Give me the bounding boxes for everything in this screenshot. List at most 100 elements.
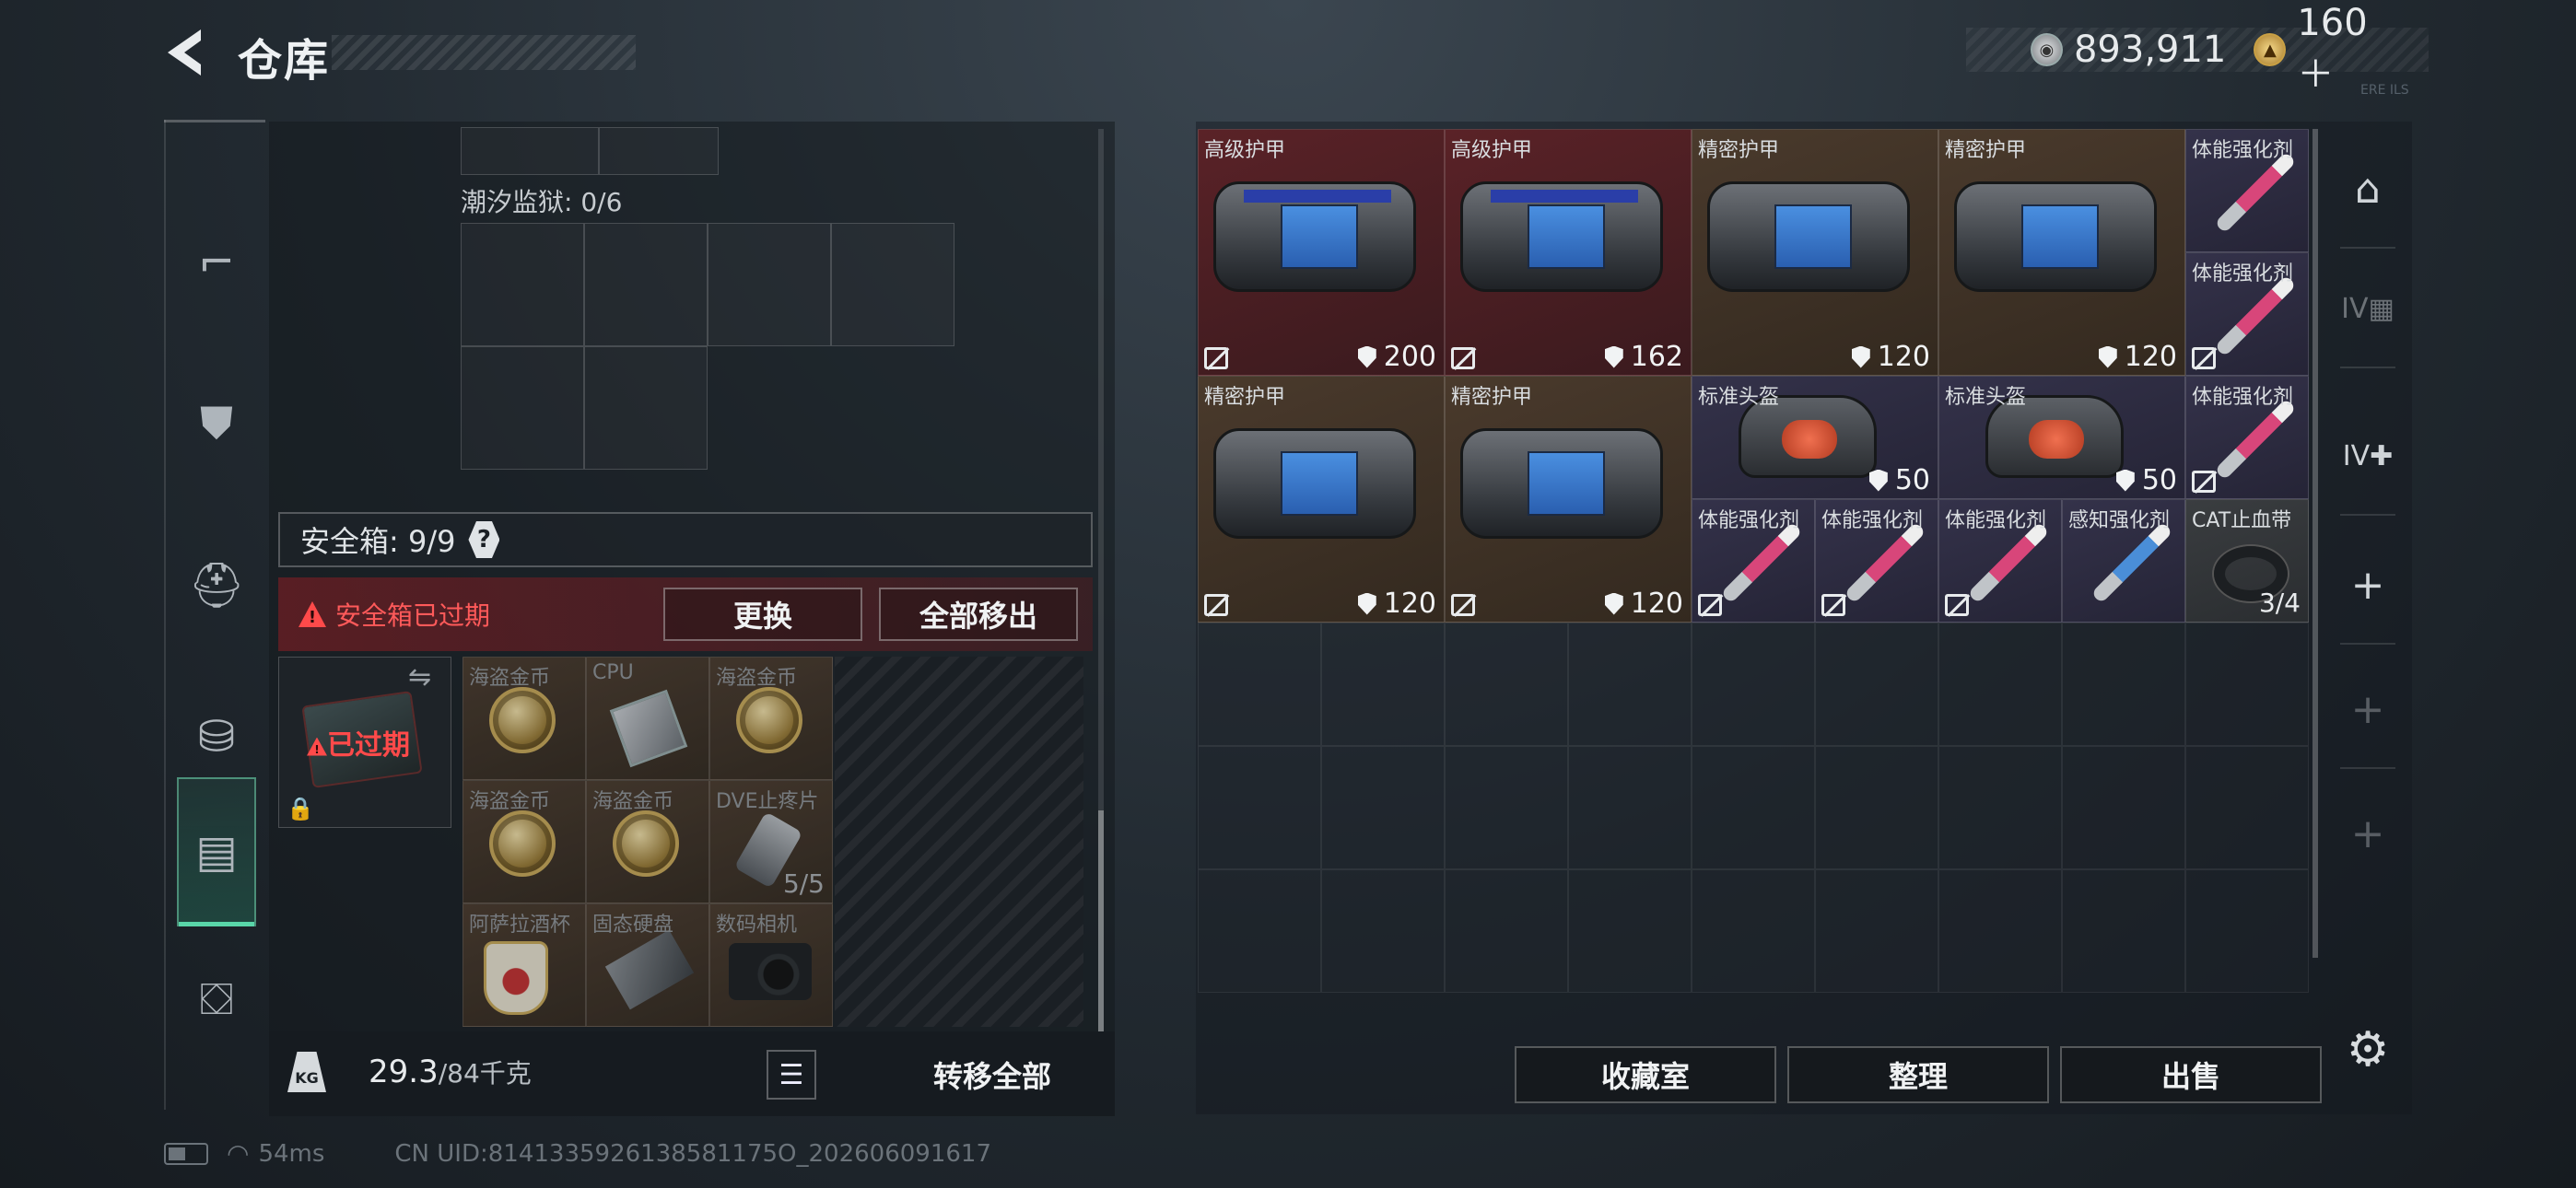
stash-item[interactable]: 精密护甲 120	[1198, 376, 1445, 623]
collection-room-button[interactable]: 收藏室	[1515, 1046, 1776, 1103]
no-trade-icon	[1204, 594, 1228, 616]
tide-slot[interactable]	[584, 223, 708, 346]
stash-slot[interactable]	[1445, 869, 1568, 993]
sell-button[interactable]: 出售	[2060, 1046, 2322, 1103]
stash-slot[interactable]	[1692, 623, 1815, 746]
stash-slot[interactable]	[1815, 623, 1938, 746]
transfer-all-button[interactable]: 转移全部	[877, 1046, 1107, 1103]
rail-backpack[interactable]: ⛑	[175, 516, 258, 654]
safebox-card[interactable]: ⇋ ! 已过期 🔒	[278, 657, 451, 828]
stash-slot[interactable]	[1321, 746, 1445, 869]
item-name: CAT止血带	[2192, 509, 2292, 532]
left-scrollbar-thumb[interactable]	[1098, 810, 1104, 1031]
storage-add-slot[interactable]: +	[2331, 649, 2405, 769]
stash-item[interactable]: 体能强化剂	[1938, 499, 2062, 623]
user-uid: CN UID:8141335926138581175O_202606091617	[394, 1139, 992, 1168]
storage-safe-house[interactable]: ⌂	[2331, 129, 2405, 249]
grid-cell[interactable]	[461, 127, 599, 175]
stash-slot[interactable]	[1198, 623, 1321, 746]
stash-item[interactable]: 感知强化剂	[2062, 499, 2185, 623]
safe-item[interactable]: 固态硬盘	[586, 903, 709, 1027]
backpack-icon: ⛑	[188, 559, 245, 611]
safe-item[interactable]: 海盗金币	[463, 657, 586, 780]
safe-item[interactable]: 阿萨拉酒杯	[463, 903, 586, 1027]
safe-item[interactable]: 数码相机	[709, 903, 833, 1027]
stash-slot[interactable]	[1321, 869, 1445, 993]
stash-item[interactable]: 体能强化剂	[2185, 252, 2309, 376]
stash-item[interactable]: 高级护甲 162	[1445, 129, 1692, 376]
stash-slot[interactable]	[1198, 869, 1321, 993]
settings-gear-icon[interactable]: ⚙	[2342, 1022, 2394, 1077]
tide-slot[interactable]	[708, 223, 831, 346]
gold-coin-icon[interactable]: ▲	[2254, 33, 2287, 66]
stash-slot[interactable]	[2185, 746, 2309, 869]
gold-balance[interactable]: 160＋	[2297, 2, 2401, 98]
replace-button[interactable]: 更换	[663, 588, 862, 641]
stash-item[interactable]: 体能强化剂	[2185, 376, 2309, 499]
stash-item[interactable]: 标准头盔 50	[1692, 376, 1938, 499]
rail-pistol[interactable]: ⌐	[175, 193, 258, 332]
armor-icon	[1460, 181, 1663, 292]
storage-storage-add[interactable]: IV✚	[2331, 396, 2405, 516]
stash-slot[interactable]	[2185, 869, 2309, 993]
stash-slot[interactable]	[1938, 746, 2062, 869]
storage-add-slot[interactable]: +	[2331, 774, 2405, 893]
help-icon[interactable]: ?	[468, 521, 500, 558]
stash-slot[interactable]	[2062, 746, 2185, 869]
safe-item[interactable]: 海盗金币	[463, 780, 586, 903]
stash-slot[interactable]	[1568, 869, 1692, 993]
rail-toolbox[interactable]: ⛋	[175, 930, 258, 1068]
stash-slot[interactable]	[1568, 623, 1692, 746]
stash-slot[interactable]	[2062, 623, 2185, 746]
storage-storage-expand[interactable]: IV▦	[2331, 249, 2405, 368]
stash-slot[interactable]	[1815, 869, 1938, 993]
tide-slot[interactable]	[584, 346, 708, 470]
safe-item[interactable]: 海盗金币	[586, 780, 709, 903]
stash-slot[interactable]	[1815, 746, 1938, 869]
battery-icon	[164, 1142, 208, 1165]
item-name: 精密护甲	[1698, 139, 1780, 162]
stash-item[interactable]: 体能强化剂	[1692, 499, 1815, 623]
tide-slot[interactable]	[461, 346, 584, 470]
rail-case[interactable]: ▤	[177, 777, 256, 926]
stash-item[interactable]: 体能强化剂	[1815, 499, 1938, 623]
stash-item[interactable]: 体能强化剂	[2185, 129, 2309, 252]
stash-item[interactable]: 精密护甲 120	[1692, 129, 1938, 376]
durability: 120	[2098, 341, 2177, 373]
tide-slot[interactable]	[831, 223, 954, 346]
storage-add-slot[interactable]: +	[2331, 525, 2405, 645]
stash-slot[interactable]	[2185, 623, 2309, 746]
stash-slot[interactable]	[1445, 746, 1568, 869]
ssd-icon	[604, 929, 695, 1010]
swap-icon[interactable]: ⇋	[408, 661, 431, 693]
tide-slot[interactable]	[461, 223, 584, 346]
stash-slot[interactable]	[1568, 746, 1692, 869]
stash-item[interactable]: CAT止血带 3/4	[2185, 499, 2309, 623]
rail-armor-vest[interactable]: ⛊	[175, 355, 258, 493]
stash-item[interactable]: 高级护甲 200	[1198, 129, 1445, 376]
wifi-icon: ◠	[227, 1138, 250, 1169]
stash-slot[interactable]	[1445, 623, 1568, 746]
stash-slot[interactable]	[2062, 869, 2185, 993]
grid-cell[interactable]	[599, 127, 719, 175]
stash-item[interactable]: 标准头盔 50	[1938, 376, 2185, 499]
item-name: 精密护甲	[1945, 139, 2027, 162]
stash-item[interactable]: 精密护甲 120	[1445, 376, 1692, 623]
list-icon[interactable]: ☰	[767, 1050, 816, 1100]
sort-button[interactable]: 整理	[1787, 1046, 2049, 1103]
stash-slot[interactable]	[1692, 746, 1815, 869]
weight-readout: 29.3/84千克	[369, 1054, 532, 1090]
stash-slot[interactable]	[1938, 623, 2062, 746]
stash-slot[interactable]	[1321, 623, 1445, 746]
remove-all-button[interactable]: 全部移出	[879, 588, 1078, 641]
stash-slot[interactable]	[1938, 869, 2062, 993]
safe-item[interactable]: DVE止疼片 5/5	[709, 780, 833, 903]
stash-item[interactable]: 精密护甲 120	[1938, 129, 2185, 376]
safe-item[interactable]: 海盗金币	[709, 657, 833, 780]
safe-item[interactable]: CPU	[586, 657, 709, 780]
back-arrow-icon[interactable]	[164, 28, 210, 77]
safebox-capacity: 安全箱: 9/9	[300, 524, 456, 559]
stash-slot[interactable]	[1198, 746, 1321, 869]
stash-scrollbar[interactable]	[2313, 129, 2318, 958]
stash-slot[interactable]	[1692, 869, 1815, 993]
